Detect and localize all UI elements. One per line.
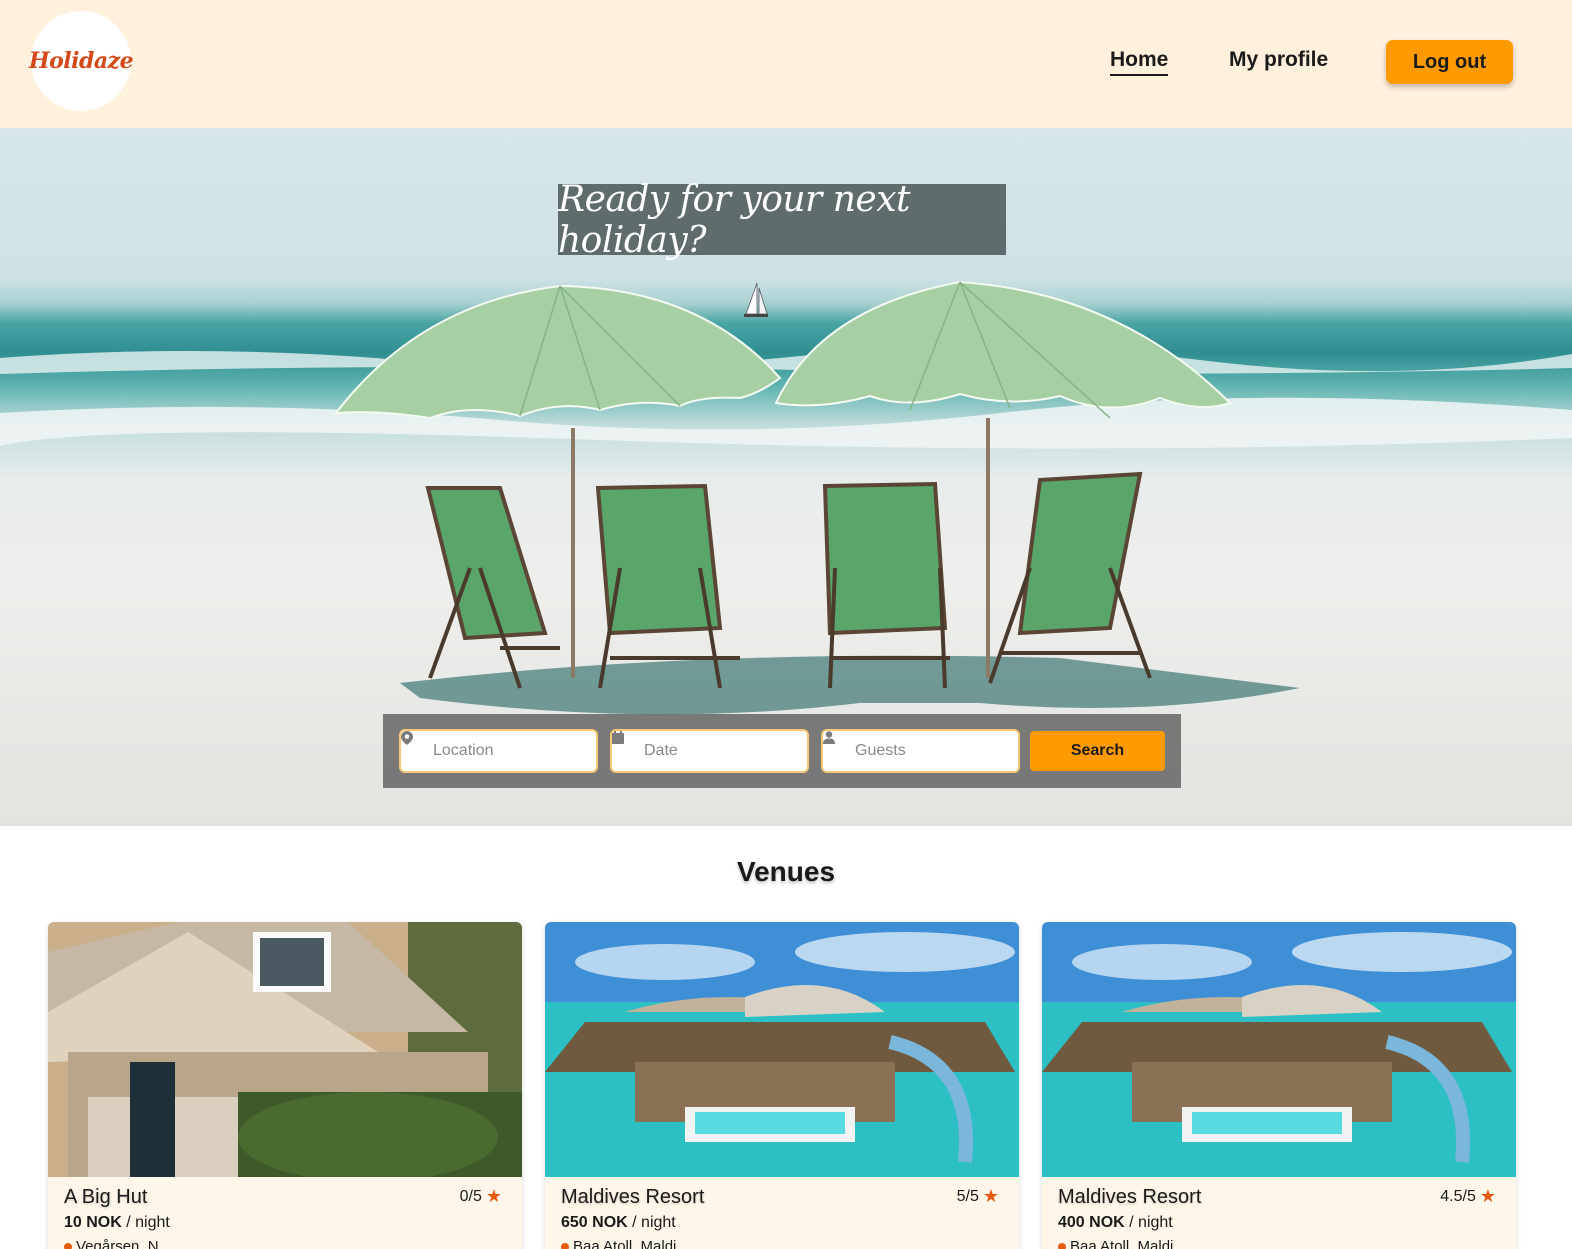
venue-card[interactable]: Maldives Resort 5/5 ★ 650 NOK / night Ba… xyxy=(545,922,1019,1249)
date-input[interactable] xyxy=(644,742,794,760)
search-button[interactable]: Search xyxy=(1030,731,1165,771)
venue-location-text: Baa Atoll, Maldi... xyxy=(1070,1238,1186,1249)
star-icon: ★ xyxy=(1479,1186,1496,1206)
star-icon: ★ xyxy=(982,1186,999,1206)
hero-section: Ready for your next holiday? Search xyxy=(0,128,1572,826)
guests-input[interactable] xyxy=(855,742,1005,760)
venue-price-unit: / night xyxy=(1124,1214,1173,1231)
logout-button[interactable]: Log out xyxy=(1386,40,1513,84)
venue-rating: 0/5 ★ xyxy=(460,1186,502,1207)
venue-price: 650 NOK / night xyxy=(561,1214,676,1232)
location-field[interactable] xyxy=(399,729,598,773)
location-pin-icon xyxy=(64,1242,72,1249)
star-icon: ★ xyxy=(485,1186,502,1206)
venue-image-house xyxy=(48,922,522,1177)
logo-text: Holidaze xyxy=(28,48,134,74)
site-header: Holidaze Home My profile Log out xyxy=(0,0,1572,128)
venue-location-text: Baa Atoll, Maldi... xyxy=(573,1238,689,1249)
venue-image-resort xyxy=(1042,922,1516,1177)
venue-name: Maldives Resort xyxy=(561,1186,705,1208)
venue-rating: 4.5/5 ★ xyxy=(1440,1186,1496,1207)
venue-rating-value: 4.5/5 xyxy=(1440,1187,1476,1205)
venues-heading: Venues xyxy=(736,856,836,887)
venue-card[interactable]: Maldives Resort 4.5/5 ★ 400 NOK / night … xyxy=(1042,922,1516,1249)
venue-price-unit: / night xyxy=(627,1214,676,1231)
venue-rating: 5/5 ★ xyxy=(957,1186,999,1207)
venue-card[interactable]: A Big Hut 0/5 ★ 10 NOK / night Vegårsen,… xyxy=(48,922,522,1249)
venue-price: 400 NOK / night xyxy=(1058,1214,1173,1232)
nav-home-link[interactable]: Home xyxy=(1110,48,1169,76)
user-icon xyxy=(823,731,849,758)
venue-price-unit: / night xyxy=(121,1214,170,1231)
venue-price: 10 NOK / night xyxy=(64,1214,170,1232)
search-bar: Search xyxy=(383,714,1181,788)
venue-location: Vegårsen, N... xyxy=(64,1238,171,1249)
venue-image-resort xyxy=(545,922,1019,1177)
date-field[interactable] xyxy=(610,729,809,773)
location-input[interactable] xyxy=(433,742,583,760)
venue-price-value: 400 NOK xyxy=(1058,1214,1125,1231)
venue-price-value: 650 NOK xyxy=(561,1214,628,1231)
location-pin-icon xyxy=(561,1242,569,1249)
location-pin-icon xyxy=(1058,1242,1066,1249)
venue-rating-value: 0/5 xyxy=(459,1187,482,1205)
nav-profile-link[interactable]: My profile xyxy=(1229,48,1328,72)
holidaze-logo[interactable]: Holidaze xyxy=(28,11,134,111)
venue-name: Maldives Resort xyxy=(1058,1186,1202,1208)
hero-title: Ready for your next holiday? xyxy=(558,178,910,261)
map-pin-icon xyxy=(401,731,427,758)
venue-location-text: Vegårsen, N... xyxy=(76,1238,172,1249)
venue-location: Baa Atoll, Maldi... xyxy=(561,1238,689,1249)
venue-location: Baa Atoll, Maldi... xyxy=(1058,1238,1186,1249)
venue-price-value: 10 NOK xyxy=(64,1214,122,1231)
venue-name: A Big Hut xyxy=(64,1186,148,1208)
guests-field[interactable] xyxy=(821,729,1020,773)
hero-title-banner: Ready for your next holiday? xyxy=(558,179,1006,261)
calendar-icon xyxy=(612,731,638,758)
venue-rating-value: 5/5 xyxy=(956,1187,979,1205)
